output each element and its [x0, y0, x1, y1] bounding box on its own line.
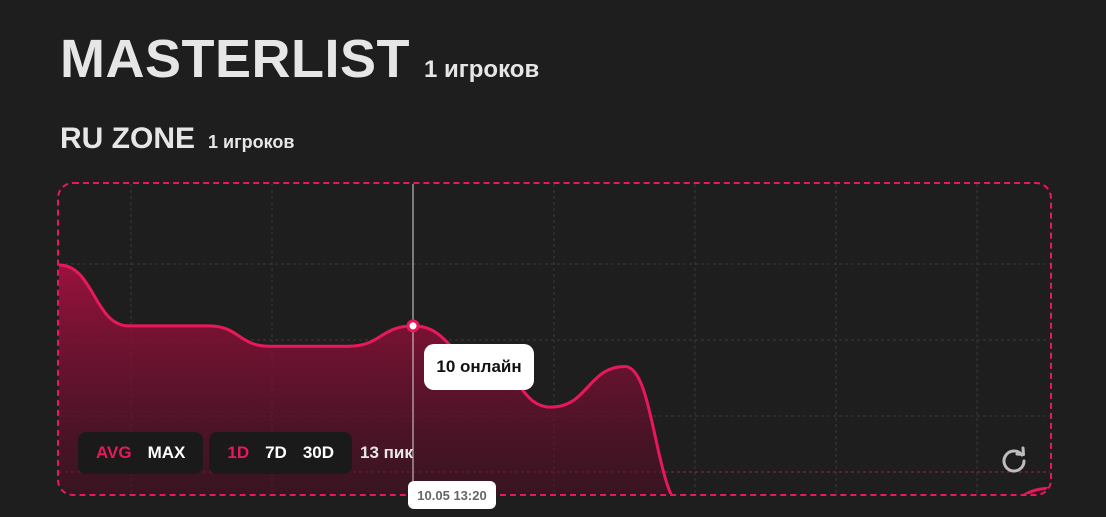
chart-controls: AVG MAX 1D 7D 30D 13 пик: [78, 432, 413, 474]
range-7d-button[interactable]: 7D: [257, 443, 295, 463]
hover-time-label: 10.05 13:20: [408, 481, 496, 509]
page-header: MASTERLIST 1 игроков: [60, 28, 539, 90]
refresh-icon[interactable]: [1000, 446, 1028, 474]
total-players-count: 1 игроков: [424, 56, 540, 83]
hover-point: [406, 319, 420, 333]
page-title: MASTERLIST: [60, 29, 410, 89]
mode-toggle: AVG MAX: [78, 432, 204, 474]
zone-header: RU ZONE 1 игроков: [60, 122, 294, 156]
mode-max-button[interactable]: MAX: [140, 443, 194, 463]
peak-label: 13 пик: [360, 443, 413, 462]
zone-players-count: 1 игроков: [208, 132, 295, 152]
chart-tooltip: 10 онлайн: [424, 344, 534, 390]
zone-title: RU ZONE: [60, 122, 195, 155]
range-30d-button[interactable]: 30D: [295, 443, 342, 463]
range-toggle: 1D 7D 30D: [209, 432, 353, 474]
range-1d-button[interactable]: 1D: [219, 443, 257, 463]
mode-avg-button[interactable]: AVG: [88, 443, 140, 463]
